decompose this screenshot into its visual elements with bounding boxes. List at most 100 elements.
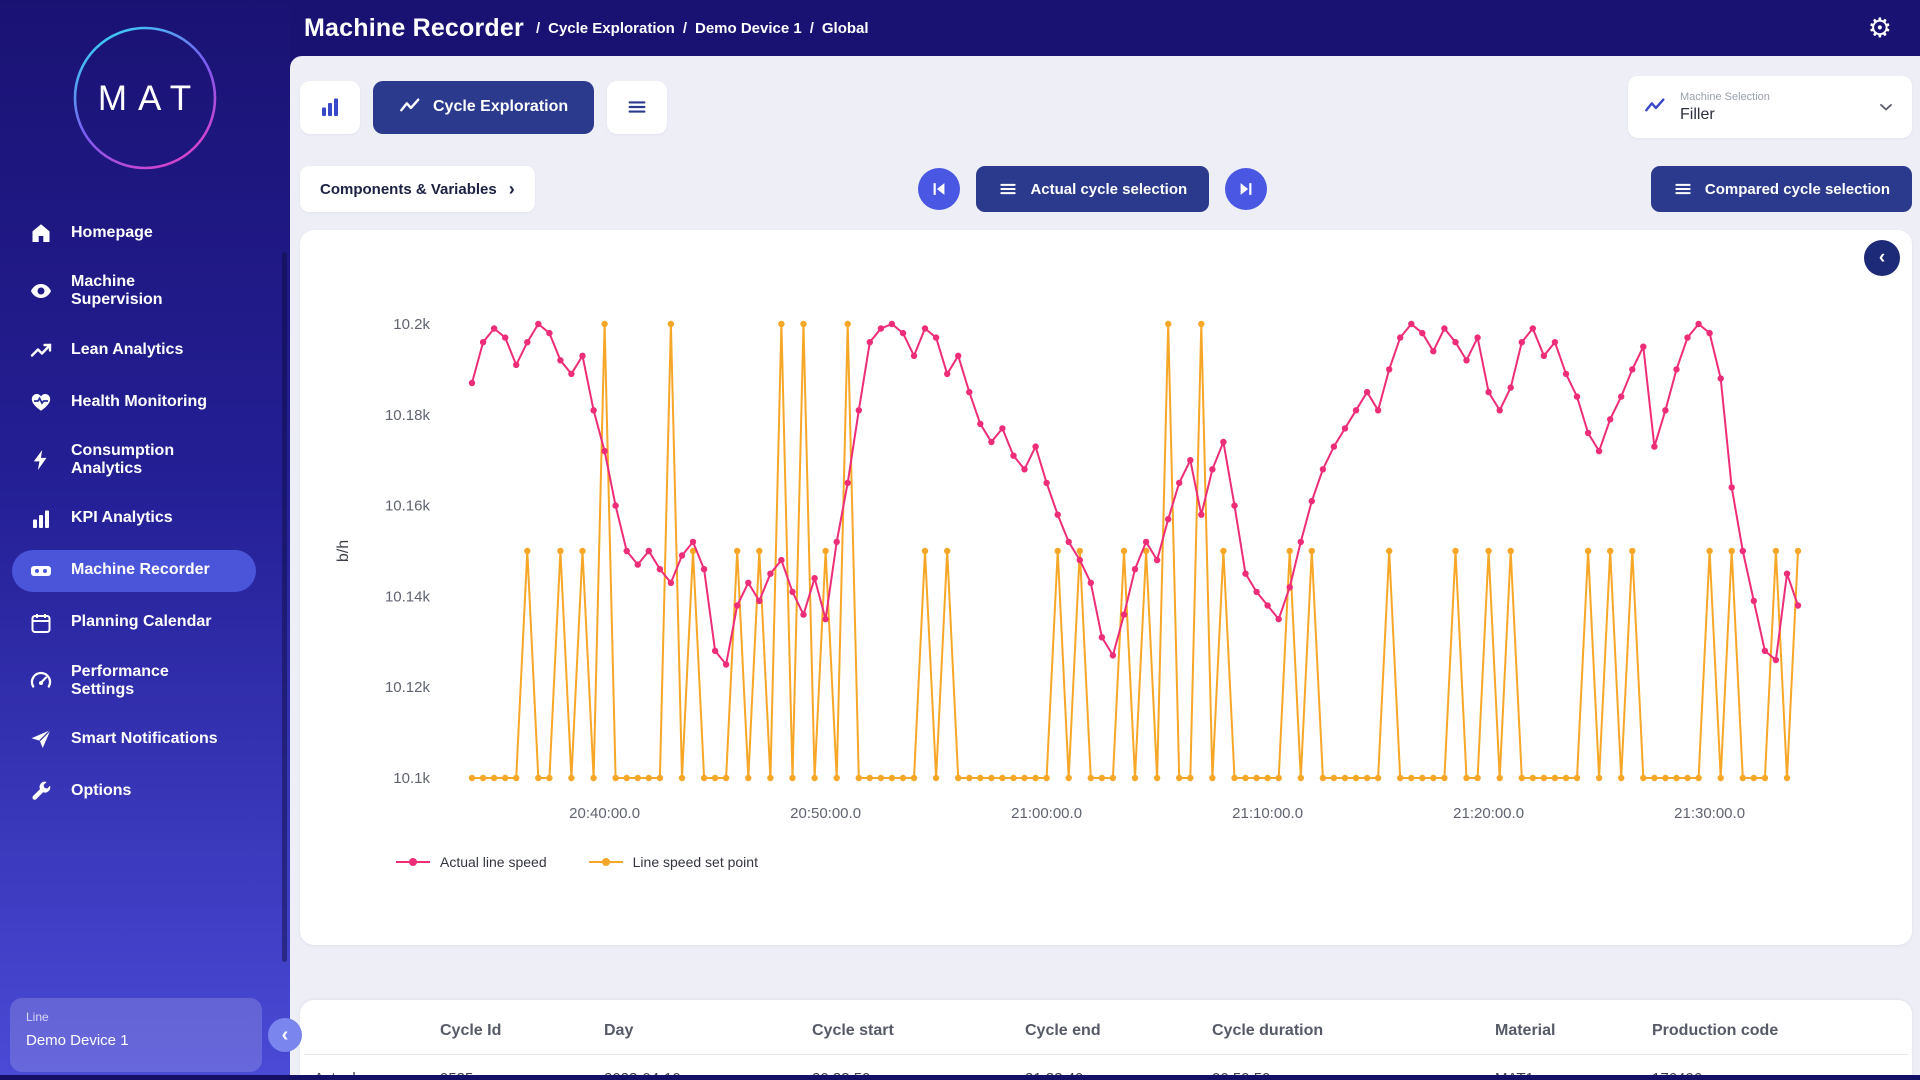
cycle-table-header: Cycle Id Day Cycle start Cycle end Cycle… [304, 1000, 1908, 1055]
cycle-exploration-tab[interactable]: Cycle Exploration [373, 81, 594, 134]
col-cycle-start: Cycle start [812, 1022, 1025, 1040]
svg-text:21:10:00.0: 21:10:00.0 [1232, 805, 1303, 822]
svg-text:21:00:00.0: 21:00:00.0 [1011, 805, 1082, 822]
lightning-icon [29, 448, 53, 472]
legend-actual-line-speed[interactable]: Actual line speed [396, 854, 547, 870]
previous-cycle-button[interactable] [918, 168, 960, 210]
sidebar-item-label: Planning Calendar [71, 613, 231, 631]
svg-text:20:50:00.0: 20:50:00.0 [790, 805, 861, 822]
sidebar-item-options[interactable]: Options [12, 770, 256, 812]
sidebar-item-label: Performance Settings [71, 663, 231, 700]
legend-line-speed-set-point[interactable]: Line speed set point [589, 854, 758, 870]
components-variables-label: Components & Variables [320, 181, 497, 198]
page-title: Machine Recorder [304, 14, 524, 43]
breadcrumb-separator: / [536, 20, 540, 37]
col-cycle-duration: Cycle duration [1212, 1022, 1495, 1040]
components-variables-button[interactable]: Components & Variables › [300, 166, 535, 212]
sidebar-item-lean-analytics[interactable]: Lean Analytics [12, 329, 256, 371]
wrench-icon [29, 779, 53, 803]
sidebar-item-label: Options [71, 782, 231, 800]
svg-text:10.12k: 10.12k [385, 679, 431, 696]
col-cycle-end: Cycle end [1025, 1022, 1212, 1040]
machine-selection-dropdown[interactable]: Machine Selection Filler [1628, 76, 1912, 138]
col-production-code: Production code [1652, 1022, 1908, 1040]
cycle-toolbar: Components & Variables › Actual cycle se… [300, 166, 1912, 212]
mat-logo-icon: MAT [71, 24, 219, 172]
chart-collapse-button[interactable]: ‹ [1864, 240, 1900, 276]
view-toolbar: Cycle Exploration Machine Selection Fill… [300, 76, 1912, 138]
line-selector-card[interactable]: Line Demo Device 1 [10, 998, 262, 1072]
compared-cycle-selection-button[interactable]: Compared cycle selection [1651, 166, 1912, 212]
gear-icon[interactable]: ⚙ [1868, 15, 1892, 42]
sidebar: MAT Homepage Machine Supervision Lean An… [0, 0, 290, 1080]
line-speed-chart: 10.1k10.12k10.14k10.16k10.18k10.2k20:40:… [324, 256, 1880, 836]
sidebar-item-label: KPI Analytics [71, 509, 231, 527]
chart-legend: Actual line speed Line speed set point [396, 854, 1888, 870]
sidebar-item-planning-calendar[interactable]: Planning Calendar [12, 602, 256, 644]
sidebar-item-label: Smart Notifications [71, 730, 231, 748]
skip-back-icon [929, 179, 949, 199]
actual-cycle-selection-button[interactable]: Actual cycle selection [976, 166, 1209, 212]
heart-icon [29, 390, 53, 414]
breadcrumb-separator: / [683, 20, 687, 37]
sidebar-collapse-button[interactable]: ‹ [268, 1018, 302, 1052]
sidebar-item-machine-recorder[interactable]: Machine Recorder [12, 550, 256, 592]
chart-view-button[interactable] [300, 81, 360, 134]
sidebar-nav: Homepage Machine Supervision Lean Analyt… [0, 212, 290, 812]
calendar-icon [29, 611, 53, 635]
trend-icon [29, 338, 53, 362]
breadcrumb-item-global[interactable]: Global [822, 20, 869, 37]
horizontal-scrollbar[interactable] [0, 1075, 1920, 1080]
legend-marker [589, 861, 623, 863]
sidebar-scrollbar[interactable] [282, 252, 287, 962]
menu-view-button[interactable] [607, 81, 667, 134]
next-cycle-button[interactable] [1225, 168, 1267, 210]
gauge-icon [29, 669, 53, 693]
breadcrumb: / Cycle Exploration / Demo Device 1 / Gl… [536, 20, 869, 37]
col-cycle-id: Cycle Id [440, 1022, 604, 1040]
legend-label: Actual line speed [440, 854, 547, 870]
line-value: Demo Device 1 [26, 1032, 246, 1049]
svg-text:10.18k: 10.18k [385, 407, 431, 424]
sidebar-item-kpi-analytics[interactable]: KPI Analytics [12, 498, 256, 540]
col-day: Day [604, 1022, 812, 1040]
machine-selection-value: Filler [1680, 106, 1862, 124]
sidebar-item-label: Lean Analytics [71, 341, 231, 359]
svg-text:10.2k: 10.2k [393, 316, 430, 333]
sidebar-item-consumption-analytics[interactable]: Consumption Analytics [12, 433, 256, 488]
sidebar-item-label: Health Monitoring [71, 393, 231, 411]
cycle-table-panel: Cycle Id Day Cycle start Cycle end Cycle… [300, 1000, 1912, 1080]
app-root: MAT Homepage Machine Supervision Lean An… [0, 0, 1920, 1080]
sidebar-item-label: Consumption Analytics [71, 442, 231, 479]
sidebar-item-label: Homepage [71, 224, 231, 242]
machine-selection-label: Machine Selection [1680, 91, 1862, 103]
hamburger-icon [626, 96, 648, 118]
sidebar-item-label: Machine Supervision [71, 273, 231, 310]
chevron-down-icon [1876, 97, 1896, 117]
compared-cycle-selection-label: Compared cycle selection [1705, 181, 1890, 198]
col-material: Material [1495, 1022, 1652, 1040]
svg-text:10.16k: 10.16k [385, 498, 431, 515]
sidebar-item-performance-settings[interactable]: Performance Settings [12, 654, 256, 709]
actual-cycle-selection-label: Actual cycle selection [1030, 181, 1187, 198]
breadcrumb-separator: / [810, 20, 814, 37]
send-icon [29, 727, 53, 751]
skip-forward-icon [1236, 179, 1256, 199]
svg-text:20:40:00.0: 20:40:00.0 [569, 805, 640, 822]
chart-panel: ‹ 10.1k10.12k10.14k10.16k10.18k10.2k20:4… [300, 230, 1912, 945]
chevron-right-icon: › [509, 179, 515, 200]
line-chart-icon [1644, 96, 1666, 118]
bar-chart-icon [318, 95, 342, 119]
svg-text:10.1k: 10.1k [393, 770, 430, 787]
breadcrumb-item-cycle-exploration[interactable]: Cycle Exploration [548, 20, 675, 37]
sidebar-item-machine-supervision[interactable]: Machine Supervision [12, 264, 256, 319]
sidebar-item-smart-notifications[interactable]: Smart Notifications [12, 718, 256, 760]
logo-text: MAT [98, 79, 202, 118]
main-area: Machine Recorder / Cycle Exploration / D… [290, 0, 1920, 1080]
legend-marker [396, 861, 430, 863]
legend-label: Line speed set point [633, 854, 758, 870]
col-row-label [304, 1022, 440, 1040]
breadcrumb-item-demo-device[interactable]: Demo Device 1 [695, 20, 802, 37]
sidebar-item-homepage[interactable]: Homepage [12, 212, 256, 254]
sidebar-item-health-monitoring[interactable]: Health Monitoring [12, 381, 256, 423]
